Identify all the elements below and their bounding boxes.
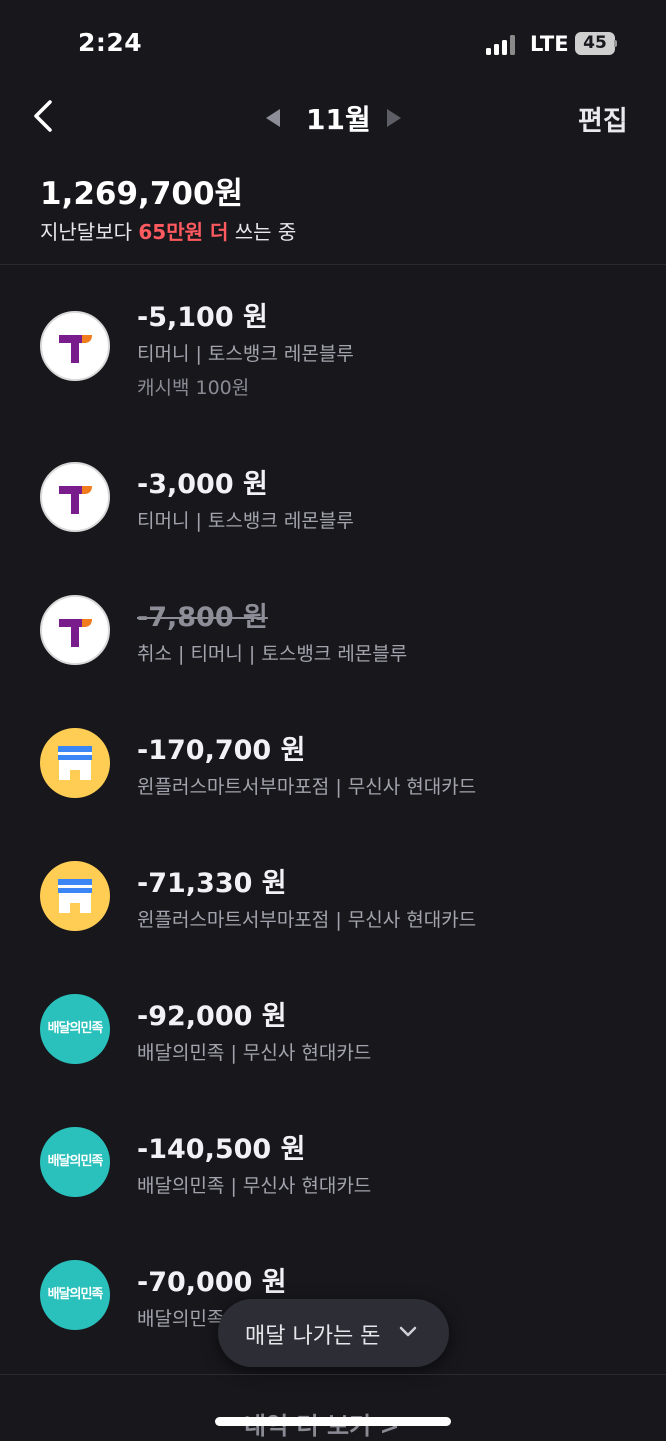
next-month-icon[interactable] xyxy=(385,107,403,129)
prev-month-icon[interactable] xyxy=(264,107,282,129)
transaction-row[interactable]: -5,100 원 티머니 | 토스뱅크 레몬블루 캐시백 100원 xyxy=(0,295,666,415)
network-label: LTE xyxy=(530,32,569,56)
transaction-cashback: 캐시백 100원 xyxy=(137,377,250,399)
monthly-recurring-label: 매달 나가는 돈 xyxy=(245,1324,381,1349)
transaction-amount: -170,700 원 xyxy=(137,735,306,766)
transaction-desc: 취소 | 티머니 | 토스뱅크 레몬블루 xyxy=(137,643,408,665)
tmoney-icon xyxy=(40,311,110,381)
baemin-logo-text: 배달의민족 xyxy=(47,1154,104,1169)
transaction-desc: 배달의민족 xyxy=(137,1308,225,1330)
transaction-desc: 윈플러스마트서부마포점 | 무신사 현대카드 xyxy=(137,776,477,798)
baemin-icon: 배달의민족 xyxy=(40,1127,110,1197)
status-time: 2:24 xyxy=(78,28,143,57)
transaction-row[interactable]: -3,000 원 티머니 | 토스뱅크 레몬블루 xyxy=(0,462,666,582)
compare-prefix: 지난달보다 xyxy=(40,220,139,244)
baemin-icon: 배달의민족 xyxy=(40,994,110,1064)
transaction-desc: 배달의민족 | 무신사 현대카드 xyxy=(137,1175,372,1197)
store-icon xyxy=(40,728,110,798)
baemin-logo-text: 배달의민족 xyxy=(47,1021,104,1036)
transaction-amount-cancelled: -7,800 원 xyxy=(137,602,268,633)
tmoney-icon xyxy=(40,462,110,532)
transaction-amount: -70,000 원 xyxy=(137,1267,287,1298)
chevron-down-icon xyxy=(399,1326,417,1337)
baemin-icon: 배달의민족 xyxy=(40,1260,110,1330)
signal-icon xyxy=(486,35,518,55)
battery-level: 45 xyxy=(583,33,607,53)
transaction-desc: 티머니 | 토스뱅크 레몬블루 xyxy=(137,343,354,365)
home-indicator[interactable] xyxy=(215,1417,451,1426)
monthly-recurring-button[interactable]: 매달 나가는 돈 xyxy=(218,1299,449,1367)
month-title: 11월 xyxy=(306,103,371,136)
baemin-logo-text: 배달의민족 xyxy=(47,1287,104,1302)
monthly-total: 1,269,700원 xyxy=(40,176,244,212)
transaction-amount: -5,100 원 xyxy=(137,302,268,333)
battery-icon: 45 xyxy=(575,32,617,55)
compare-text: 지난달보다 65만원 더 쓰는 중 xyxy=(40,216,296,245)
transaction-amount: -71,330 원 xyxy=(137,868,287,899)
tmoney-icon xyxy=(40,595,110,665)
transaction-row[interactable]: 배달의민족 -140,500 원 배달의민족 | 무신사 현대카드 xyxy=(0,1127,666,1247)
transaction-row[interactable]: -71,330 원 윈플러스마트서부마포점 | 무신사 현대카드 xyxy=(0,861,666,981)
transaction-row[interactable]: -7,800 원 취소 | 티머니 | 토스뱅크 레몬블루 xyxy=(0,595,666,715)
transaction-amount: -140,500 원 xyxy=(137,1134,306,1165)
divider xyxy=(0,1374,666,1375)
compare-highlight: 65만원 더 xyxy=(138,220,229,244)
transaction-row[interactable]: -170,700 원 윈플러스마트서부마포점 | 무신사 현대카드 xyxy=(0,728,666,848)
divider xyxy=(0,264,666,265)
transaction-row[interactable]: 배달의민족 -92,000 원 배달의민족 | 무신사 현대카드 xyxy=(0,994,666,1114)
transaction-desc: 윈플러스마트서부마포점 | 무신사 현대카드 xyxy=(137,909,477,931)
transaction-desc: 티머니 | 토스뱅크 레몬블루 xyxy=(137,510,354,532)
transaction-desc: 배달의민족 | 무신사 현대카드 xyxy=(137,1042,372,1064)
transaction-amount: -92,000 원 xyxy=(137,1001,287,1032)
compare-suffix: 쓰는 중 xyxy=(228,220,297,244)
edit-button[interactable]: 편집 xyxy=(578,99,628,138)
transaction-amount: -3,000 원 xyxy=(137,469,268,500)
back-icon[interactable] xyxy=(26,96,66,136)
store-icon xyxy=(40,861,110,931)
